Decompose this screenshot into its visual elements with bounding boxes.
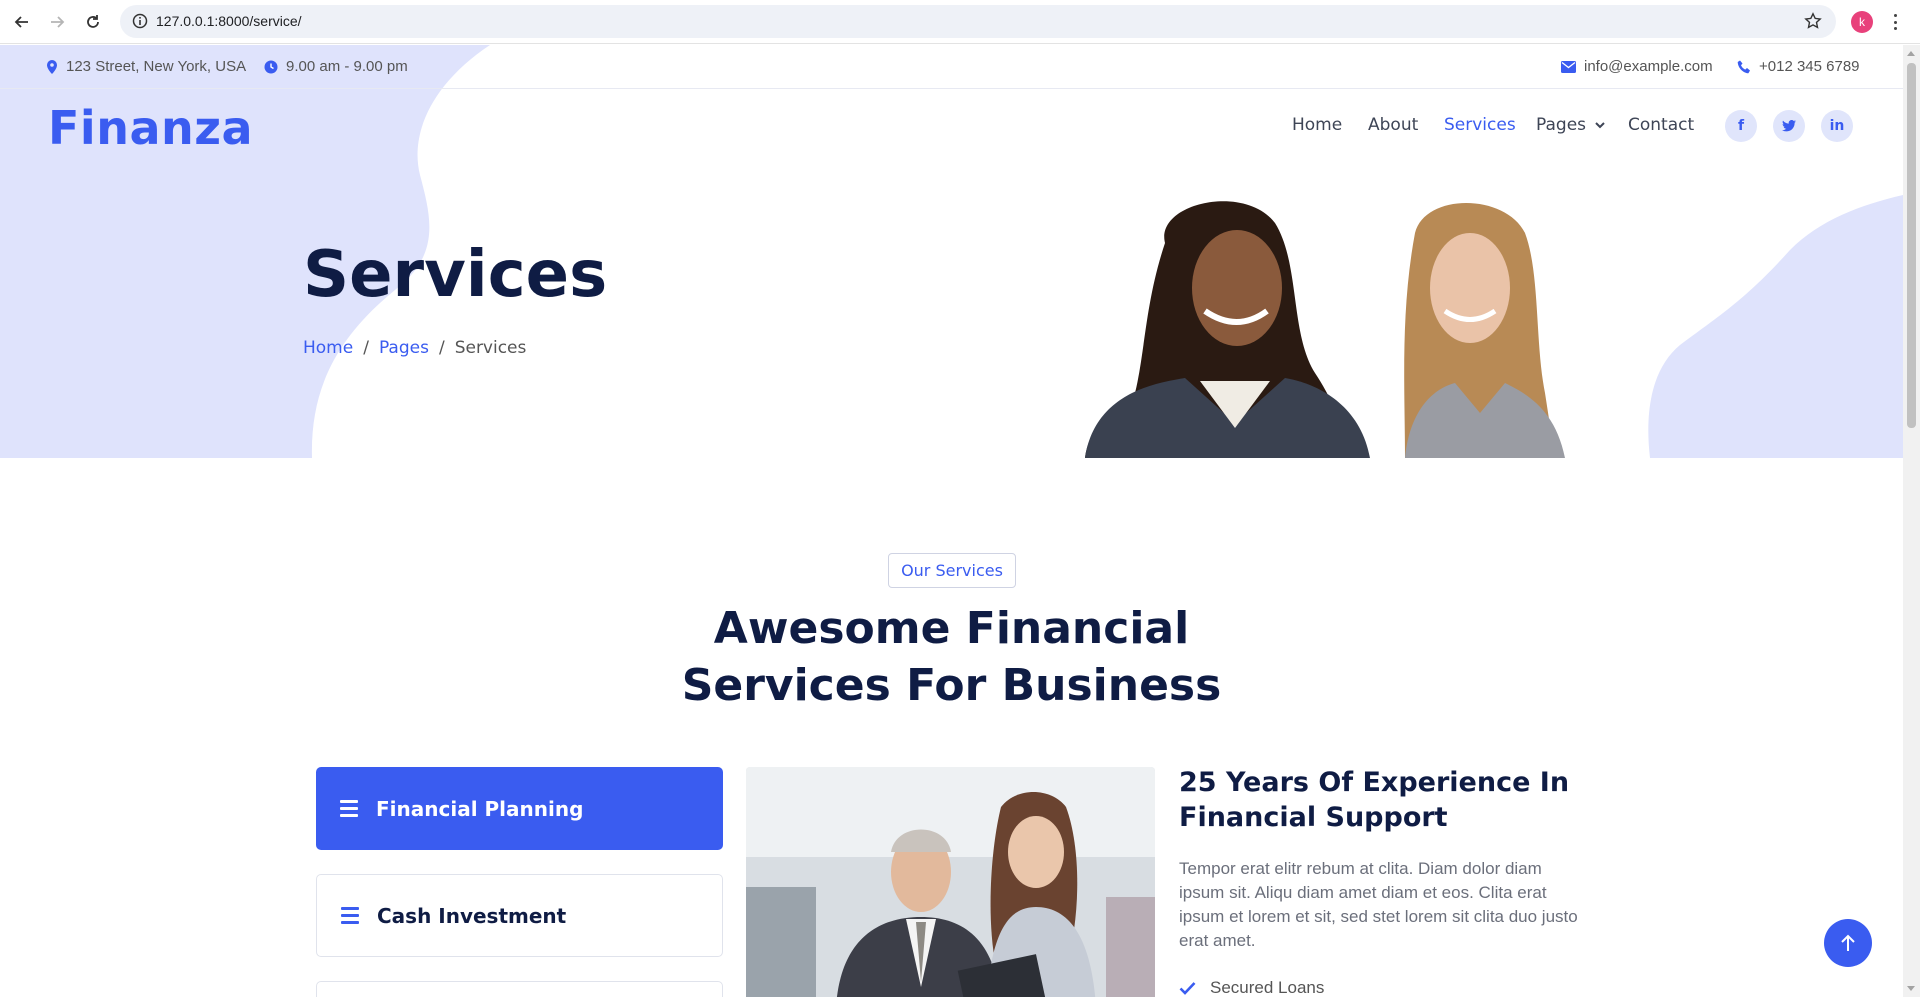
bookmark-star-icon[interactable] bbox=[1804, 12, 1822, 34]
breadcrumb-separator: / bbox=[363, 338, 369, 358]
map-marker-icon bbox=[47, 59, 57, 74]
nav-contact[interactable]: Contact bbox=[1628, 115, 1694, 135]
hours-info: 9.00 am - 9.00 pm bbox=[264, 58, 408, 75]
main-navigation: Home About Services Pages Contact bbox=[0, 115, 1903, 145]
address-bar[interactable]: 127.0.0.1:8000/service/ bbox=[120, 5, 1836, 38]
experience-title: 25 Years Of Experience In Financial Supp… bbox=[1179, 767, 1570, 833]
breadcrumb-pages[interactable]: Pages bbox=[379, 338, 429, 358]
nav-home[interactable]: Home bbox=[1292, 115, 1342, 135]
page-viewport: 123 Street, New York, USA 9.00 am - 9.00… bbox=[0, 45, 1903, 997]
arrow-up-icon bbox=[1841, 934, 1855, 951]
phone-text[interactable]: +012 345 6789 bbox=[1759, 58, 1860, 75]
chevron-down-icon bbox=[1595, 122, 1606, 129]
menu-bars-icon bbox=[341, 907, 359, 924]
service-tab-cash-investment[interactable]: Cash Investment bbox=[316, 874, 723, 957]
service-image-advisor-meeting bbox=[746, 767, 1155, 997]
experience-text: Tempor erat elitr rebum at clita. Diam d… bbox=[1179, 859, 1578, 950]
scrollbar-thumb[interactable] bbox=[1907, 63, 1916, 428]
service-tab-label: Cash Investment bbox=[377, 903, 567, 928]
hero-image-two-businesswomen bbox=[1085, 201, 1565, 458]
checklist-item-label: Secured Loans bbox=[1210, 978, 1325, 997]
clock-icon bbox=[264, 60, 278, 73]
breadcrumb-current: Services bbox=[454, 338, 527, 358]
phone-icon bbox=[1737, 60, 1750, 73]
page-title: Services bbox=[303, 238, 608, 312]
menu-bars-icon bbox=[340, 800, 358, 817]
service-tab-label: Financial Planning bbox=[376, 796, 584, 821]
site-info-icon[interactable] bbox=[132, 13, 148, 33]
reload-icon[interactable] bbox=[80, 9, 106, 35]
breadcrumb: Home / Pages / Services bbox=[303, 338, 526, 358]
nav-about[interactable]: About bbox=[1368, 115, 1418, 135]
address-info: 123 Street, New York, USA bbox=[46, 58, 246, 75]
twitter-icon[interactable] bbox=[1773, 110, 1805, 142]
section-title-line2: Services For Business bbox=[681, 660, 1222, 711]
breadcrumb-home[interactable]: Home bbox=[303, 338, 353, 358]
breadcrumb-separator: / bbox=[438, 338, 445, 358]
check-icon bbox=[1179, 982, 1196, 995]
envelope-icon bbox=[1561, 60, 1576, 73]
url-text[interactable]: 127.0.0.1:8000/service/ bbox=[156, 13, 302, 29]
email-info: info@example.com bbox=[1561, 58, 1713, 75]
section-title: Awesome Financial Services For Business bbox=[560, 600, 1343, 714]
service-tab-next[interactable] bbox=[316, 981, 723, 997]
scroll-down-arrow[interactable] bbox=[1907, 986, 1915, 991]
forward-icon[interactable] bbox=[44, 9, 70, 35]
back-icon[interactable] bbox=[9, 9, 35, 35]
browser-menu-icon[interactable] bbox=[1891, 11, 1899, 33]
scroll-up-arrow[interactable] bbox=[1907, 51, 1915, 56]
phone-info: +012 345 6789 bbox=[1737, 58, 1860, 75]
twitter-bird-icon bbox=[1782, 120, 1796, 132]
section-title-line1: Awesome Financial bbox=[713, 603, 1190, 654]
section-tag: Our Services bbox=[888, 553, 1016, 588]
service-tab-financial-planning[interactable]: Financial Planning bbox=[316, 767, 723, 850]
page-scrollbar[interactable] bbox=[1903, 45, 1920, 997]
hero-section: 123 Street, New York, USA 9.00 am - 9.00… bbox=[0, 45, 1903, 458]
profile-avatar[interactable]: k bbox=[1851, 11, 1873, 33]
address-text: 123 Street, New York, USA bbox=[66, 58, 247, 75]
browser-toolbar: 127.0.0.1:8000/service/ k bbox=[0, 0, 1920, 44]
facebook-icon[interactable]: f bbox=[1725, 110, 1757, 142]
back-to-top-button[interactable] bbox=[1824, 919, 1872, 967]
top-info-bar: 123 Street, New York, USA 9.00 am - 9.00… bbox=[0, 45, 1903, 89]
nav-pages[interactable]: Pages bbox=[1536, 115, 1606, 135]
email-text[interactable]: info@example.com bbox=[1584, 58, 1713, 75]
nav-pages-label: Pages bbox=[1536, 115, 1587, 135]
nav-services[interactable]: Services bbox=[1444, 115, 1516, 135]
hours-text: 9.00 am - 9.00 pm bbox=[286, 58, 408, 75]
checklist-item: Secured Loans bbox=[1179, 978, 1324, 997]
linkedin-icon[interactable]: in bbox=[1821, 110, 1853, 142]
